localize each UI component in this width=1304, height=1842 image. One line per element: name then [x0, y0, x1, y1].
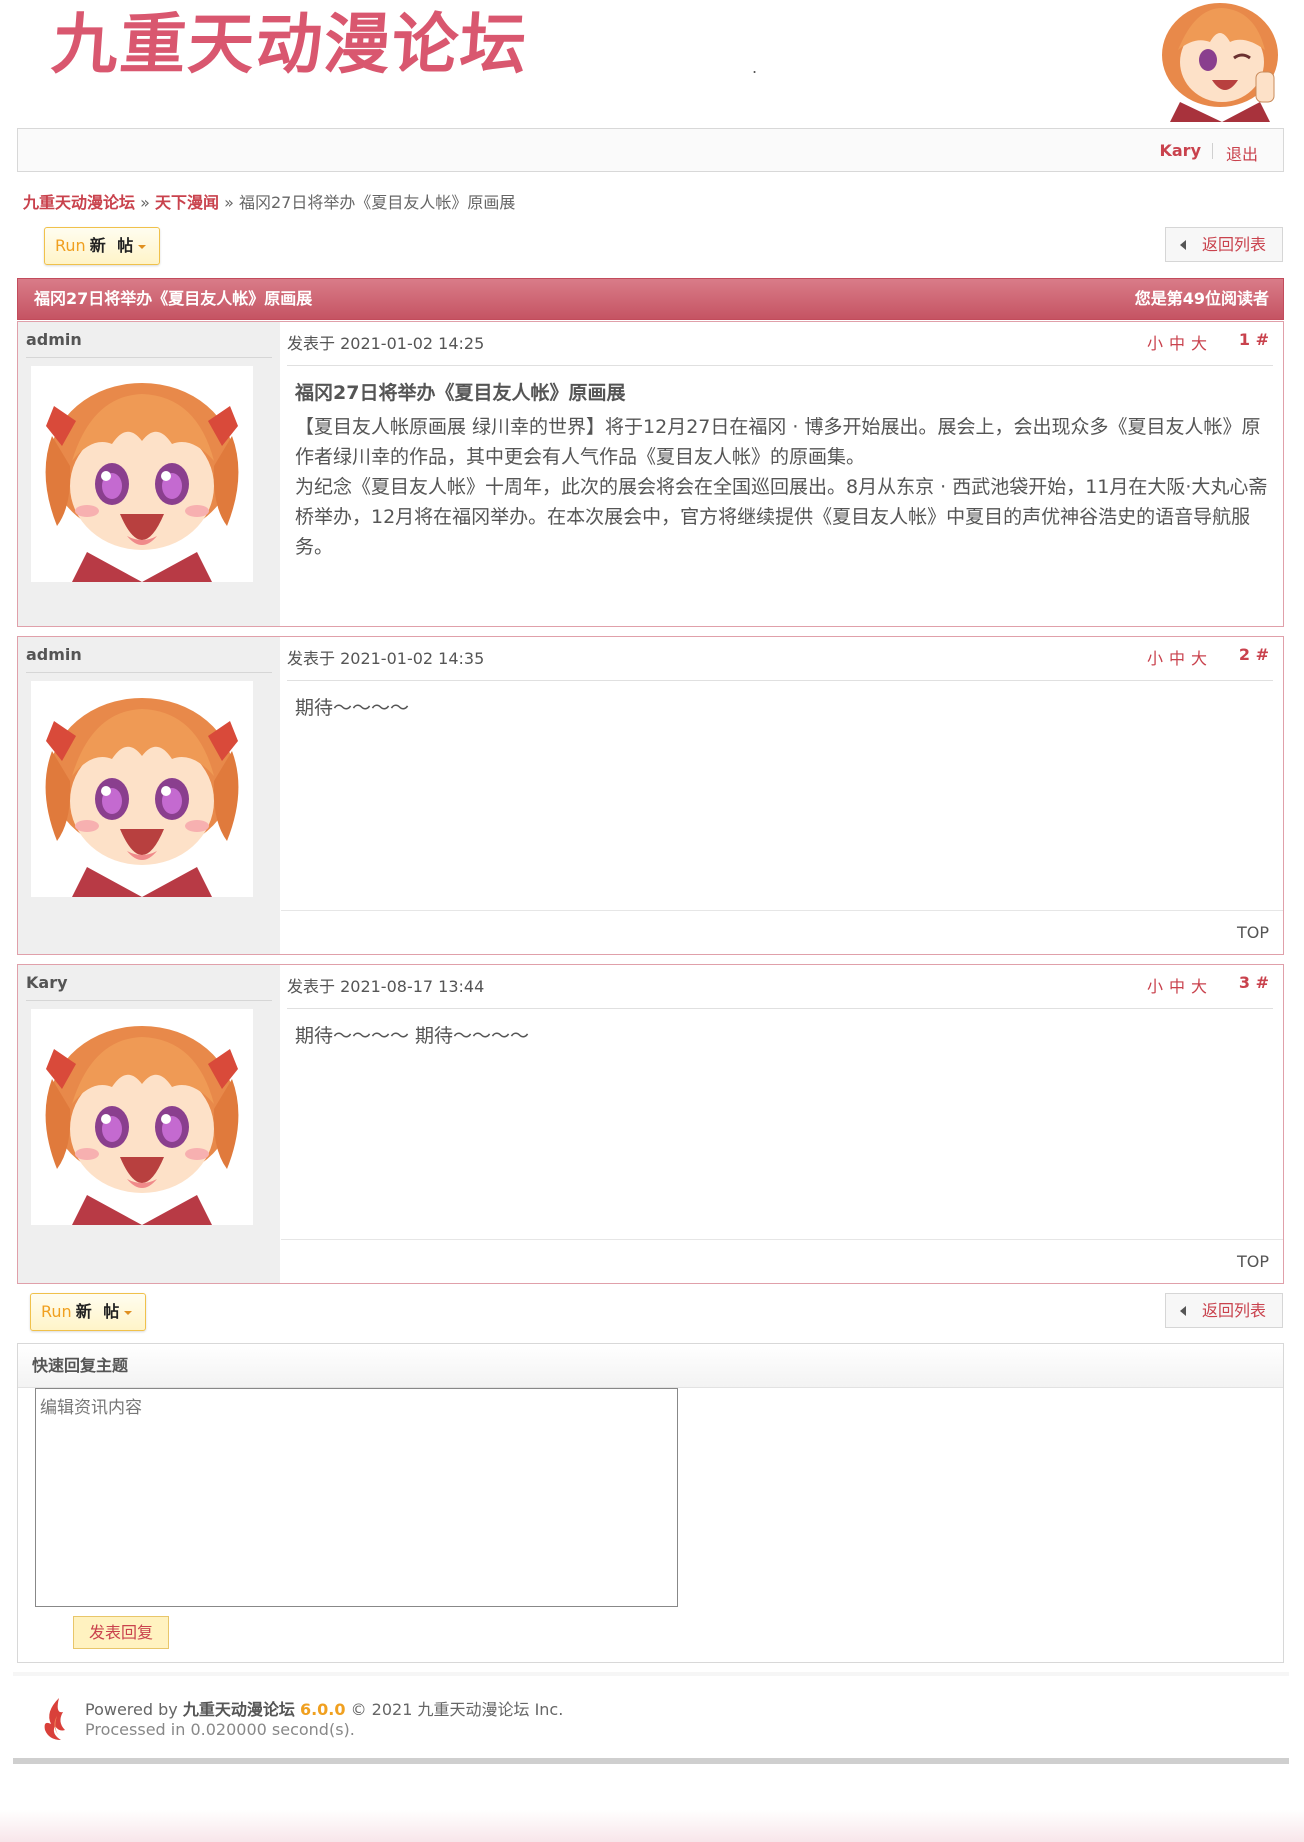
post-footer: TOP: [281, 1239, 1283, 1283]
footer-brand-link[interactable]: 九重天动漫论坛: [183, 1700, 295, 1719]
post-author[interactable]: admin: [26, 330, 272, 358]
breadcrumb-sep: »: [140, 193, 150, 212]
post-floor: 1 #: [1238, 330, 1269, 349]
new-post-run-text: Run: [55, 236, 86, 255]
footer-copyright: © 2021 九重天动漫论坛 Inc.: [350, 1700, 564, 1719]
logout-link[interactable]: 退出: [1226, 141, 1258, 165]
user-bar: Kary 退出: [17, 128, 1284, 172]
new-post-button-bottom[interactable]: Run 新 帖: [30, 1293, 146, 1331]
footer-bottom-bar: [13, 1758, 1289, 1764]
user-bar-divider: [1212, 143, 1213, 159]
user-avatar[interactable]: [31, 1009, 253, 1225]
chevron-down-icon: [138, 244, 147, 249]
font-size-controls: 小中大: [1147, 973, 1213, 997]
header-dot: .: [752, 58, 758, 77]
reader-count: 您是第49位阅读者: [1134, 289, 1269, 308]
footer-version: 6.0.0: [299, 1700, 346, 1719]
breadcrumb-section[interactable]: 天下漫闻: [155, 193, 219, 212]
font-big-link[interactable]: 大: [1191, 649, 1213, 668]
new-post-button[interactable]: Run 新 帖: [44, 227, 160, 265]
font-small-link[interactable]: 小: [1147, 649, 1169, 668]
user-avatar[interactable]: [31, 366, 253, 582]
post-paragraph: 期待～～～～: [295, 697, 410, 719]
username-link[interactable]: Kary: [1159, 141, 1201, 160]
post-time: 发表于 2021-01-02 14:25: [287, 334, 485, 353]
font-size-controls: 小中大: [1147, 645, 1213, 669]
new-post-label: 新 帖: [89, 236, 137, 255]
font-small-link[interactable]: 小: [1147, 334, 1169, 353]
font-big-link[interactable]: 大: [1191, 977, 1213, 996]
font-big-link[interactable]: 大: [1191, 334, 1213, 353]
back-to-list-button-bottom[interactable]: 返回列表: [1165, 1293, 1283, 1328]
font-mid-link[interactable]: 中: [1169, 977, 1191, 996]
font-mid-link[interactable]: 中: [1169, 334, 1191, 353]
site-logo[interactable]: 九重天动漫论坛: [49, 5, 531, 85]
post-content: 期待～～～～: [295, 693, 1269, 723]
post-floor: 3 #: [1238, 973, 1269, 992]
flame-logo-icon: [44, 1698, 65, 1740]
post-time: 发表于 2021-08-17 13:44: [287, 977, 485, 996]
post-paragraph: 【夏目友人帐原画展 绿川幸的世界】将于12月27日在福冈 · 博多开始展出。展会…: [295, 416, 1261, 468]
post-2: admin 发表于 2021-01-02 14:35 小中大 2 # 期待～～～…: [17, 636, 1284, 955]
quick-reply-title: 快速回复主题: [18, 1344, 1283, 1388]
font-small-link[interactable]: 小: [1147, 977, 1169, 996]
breadcrumb-home[interactable]: 九重天动漫论坛: [23, 193, 135, 212]
powered-by-line: Powered by 九重天动漫论坛 6.0.0 © 2021 九重天动漫论坛 …: [85, 1696, 563, 1720]
post-content: 福冈27日将举办《夏目友人帐》原画展 【夏目友人帐原画展 绿川幸的世界】将于12…: [295, 378, 1269, 562]
post-meta: 发表于 2021-01-02 14:35 小中大 2 #: [287, 645, 1273, 681]
breadcrumb-current: 福冈27日将举办《夏目友人帐》原画展: [239, 193, 516, 212]
reply-textarea[interactable]: [35, 1388, 678, 1607]
post-time: 发表于 2021-01-02 14:35: [287, 649, 485, 668]
post-content: 期待～～～～ 期待～～～～: [295, 1021, 1269, 1051]
post-floor: 2 #: [1238, 645, 1269, 664]
processed-time: Processed in 0.020000 second(s).: [85, 1720, 355, 1739]
back-to-list-button[interactable]: 返回列表: [1165, 227, 1283, 262]
user-avatar[interactable]: [31, 681, 253, 897]
post-author[interactable]: Kary: [26, 973, 272, 1001]
back-to-top-link[interactable]: TOP: [1237, 923, 1269, 942]
back-to-list-label: 返回列表: [1202, 1301, 1267, 1320]
post-paragraph: 期待～～～～ 期待～～～～: [295, 1025, 530, 1047]
font-size-controls: 小中大: [1147, 330, 1213, 354]
page-bottom-fade: [0, 1810, 1304, 1842]
new-post-run-text: Run: [41, 1302, 72, 1321]
triangle-left-icon: [1180, 240, 1186, 250]
page-footer: Powered by 九重天动漫论坛 6.0.0 © 2021 九重天动漫论坛 …: [13, 1672, 1289, 1764]
post-meta: 发表于 2021-01-02 14:25 小中大 1 #: [287, 330, 1273, 366]
post-title: 福冈27日将举办《夏目友人帐》原画展: [295, 382, 626, 404]
breadcrumb: 九重天动漫论坛 » 天下漫闻 » 福冈27日将举办《夏目友人帐》原画展: [23, 189, 515, 213]
triangle-left-icon: [1180, 1306, 1186, 1316]
breadcrumb-sep: »: [224, 193, 234, 212]
thread-title: 福冈27日将举办《夏目友人帐》原画展: [34, 289, 313, 308]
post-3: Kary 发表于 2021-08-17 13:44 小中大 3 # 期待～～～～…: [17, 964, 1284, 1284]
header-mascot-image: [1162, 3, 1278, 122]
post-footer: TOP: [281, 910, 1283, 954]
post-1: admin 发表于 2021-01-02 14:25 小中大 1 # 福冈27日…: [17, 321, 1284, 627]
back-to-list-label: 返回列表: [1202, 235, 1267, 254]
post-author[interactable]: admin: [26, 645, 272, 673]
powered-by-text: Powered by: [85, 1700, 178, 1719]
post-paragraph: 为纪念《夏目友人帐》十周年，此次的展会将会在全国巡回展出。8月从东京 · 西武池…: [295, 476, 1268, 558]
quick-reply-panel: 快速回复主题 发表回复: [17, 1343, 1284, 1663]
thread-header: 福冈27日将举办《夏目友人帐》原画展 您是第49位阅读者: [17, 278, 1284, 320]
chevron-down-icon: [124, 1310, 133, 1315]
font-mid-link[interactable]: 中: [1169, 649, 1191, 668]
back-to-top-link[interactable]: TOP: [1237, 1252, 1269, 1271]
submit-reply-button[interactable]: 发表回复: [73, 1616, 169, 1649]
post-meta: 发表于 2021-08-17 13:44 小中大 3 #: [287, 973, 1273, 1009]
new-post-label: 新 帖: [75, 1302, 123, 1321]
